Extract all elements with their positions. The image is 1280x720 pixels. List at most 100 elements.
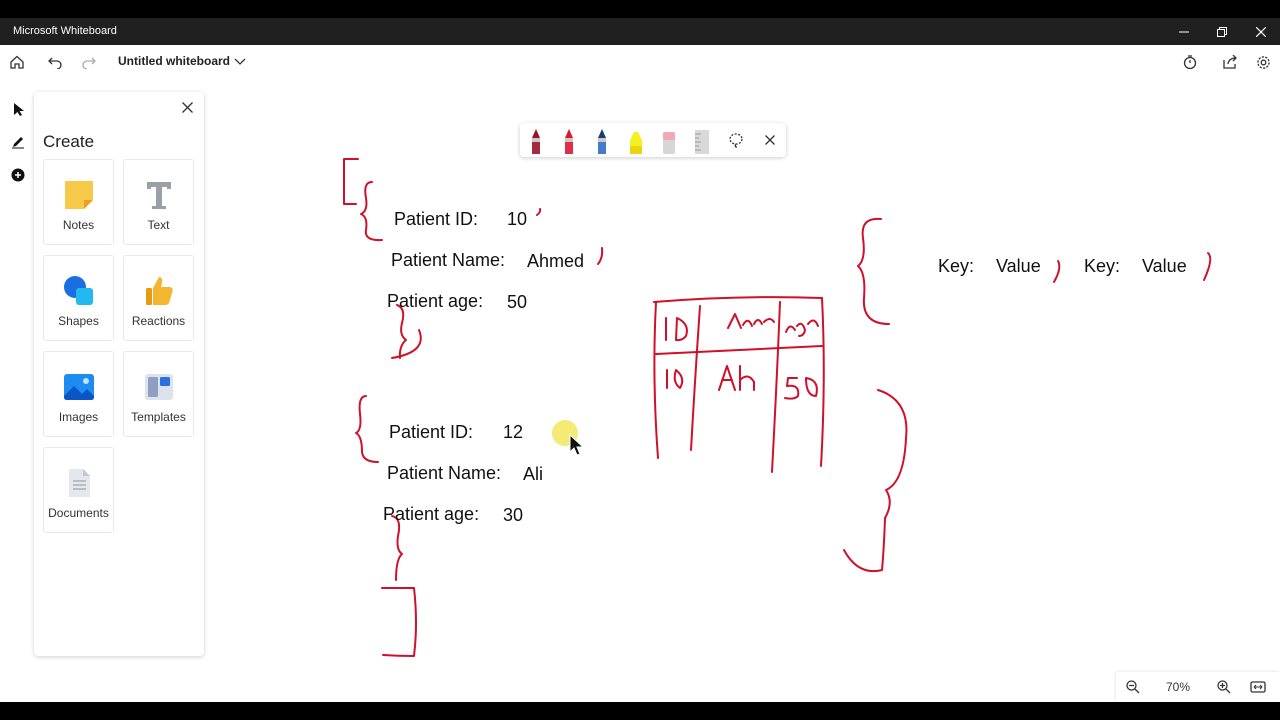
ink-comma <box>597 247 604 265</box>
lasso-icon[interactable] <box>728 132 744 148</box>
share-button[interactable] <box>1220 52 1240 72</box>
pen-red-icon[interactable] <box>561 128 577 154</box>
ink-text-50 <box>784 377 818 400</box>
zoom-in-icon[interactable] <box>1217 680 1231 694</box>
left-rail <box>4 94 30 654</box>
close-icon <box>1256 26 1266 37</box>
app-window: Microsoft Whiteboard Untitled whiteboard <box>0 18 1280 702</box>
ink-table <box>820 297 825 467</box>
kv-key-1[interactable]: Key: <box>938 256 974 277</box>
home-icon <box>10 55 24 69</box>
ink-text-id <box>665 317 688 342</box>
kv-key-2[interactable]: Key: <box>1084 256 1120 277</box>
tile-images[interactable]: Images <box>43 351 114 437</box>
tile-templates[interactable]: Templates <box>123 351 194 437</box>
undo-button[interactable] <box>45 52 65 72</box>
ink-table <box>655 345 823 355</box>
ink-text-ah <box>718 365 755 391</box>
record2-age-label[interactable]: Patient age: <box>383 504 479 525</box>
close-icon <box>181 101 193 113</box>
timer-icon <box>1183 55 1197 69</box>
ink-square-bracket <box>381 587 417 657</box>
timer-button[interactable] <box>1180 52 1200 72</box>
tile-reactions[interactable]: Reactions <box>123 255 194 341</box>
fit-to-screen-icon[interactable] <box>1250 680 1266 694</box>
tile-notes[interactable]: Notes <box>43 159 114 245</box>
zoom-level[interactable]: 70% <box>1166 680 1190 694</box>
ink-table <box>653 296 823 303</box>
kv-value-1[interactable]: Value <box>996 256 1041 277</box>
ink-toolbar <box>520 123 786 157</box>
eraser-icon[interactable] <box>661 129 677 154</box>
text-icon <box>147 182 171 209</box>
record1-id-value[interactable]: 10 <box>507 209 527 230</box>
ink-table <box>653 301 659 459</box>
ink-comma <box>536 208 542 216</box>
tile-documents[interactable]: Documents <box>43 447 114 533</box>
whiteboard-title[interactable]: Untitled whiteboard <box>118 54 230 68</box>
title-bar: Microsoft Whiteboard <box>0 18 1280 45</box>
thumbs-up-icon <box>146 277 173 305</box>
record2-id-label[interactable]: Patient ID: <box>389 422 473 443</box>
redo-icon <box>82 57 96 69</box>
ink-table <box>690 305 701 451</box>
record1-name-value[interactable]: Ahmed <box>527 251 584 272</box>
record2-name-value[interactable]: Ali <box>523 464 543 485</box>
undo-icon <box>48 57 62 69</box>
create-button[interactable] <box>7 164 29 186</box>
ink-brace <box>843 389 908 572</box>
panel-heading: Create <box>43 132 95 151</box>
title-dropdown-button[interactable] <box>230 52 250 72</box>
ink-text-10 <box>666 369 684 389</box>
pen-dark-red-icon[interactable] <box>528 128 544 154</box>
zoom-out-icon[interactable] <box>1126 680 1140 694</box>
create-panel: Create Notes Text Shapes Reactions Image… <box>34 92 204 656</box>
ink-table <box>771 301 781 473</box>
ink-text-name <box>727 313 775 329</box>
templates-icon <box>145 374 173 400</box>
gear-icon <box>1256 55 1270 69</box>
pen-blue-icon[interactable] <box>594 128 610 154</box>
ink-brace <box>857 217 890 325</box>
record1-age-value[interactable]: 50 <box>507 292 527 313</box>
close-icon[interactable] <box>765 135 775 145</box>
kv-value-2[interactable]: Value <box>1142 256 1187 277</box>
app-toolbar: Untitled whiteboard <box>0 45 1280 79</box>
ink-comma <box>1053 260 1061 283</box>
ink-square-bracket <box>343 158 359 205</box>
close-window-button[interactable] <box>1242 18 1280 45</box>
whiteboard-canvas[interactable]: Patient ID: 10 Patient Name: Ahmed Patie… <box>0 78 1280 702</box>
highlighter-yellow-icon[interactable] <box>627 128 645 154</box>
ink-comma <box>1203 252 1212 281</box>
record2-age-value[interactable]: 30 <box>503 505 523 526</box>
sticky-note-icon <box>65 181 93 209</box>
restore-button[interactable] <box>1203 18 1241 45</box>
ink-brace <box>355 395 379 463</box>
ink-tool-button[interactable] <box>7 131 29 153</box>
ruler-icon[interactable] <box>693 128 711 154</box>
add-icon <box>11 168 25 182</box>
minimize-button[interactable] <box>1165 18 1203 45</box>
redo-button[interactable] <box>79 52 99 72</box>
chevron-down-icon <box>234 58 246 65</box>
restore-icon <box>1217 26 1227 37</box>
record2-id-value[interactable]: 12 <box>503 422 523 443</box>
shapes-icon <box>64 276 93 305</box>
zoom-bar: 70% <box>1116 672 1280 702</box>
settings-button[interactable] <box>1253 52 1273 72</box>
pen-icon <box>12 137 24 149</box>
ink-brace <box>396 304 407 359</box>
record1-name-label[interactable]: Patient Name: <box>391 250 505 271</box>
record2-name-label[interactable]: Patient Name: <box>387 463 501 484</box>
tile-text[interactable]: Text <box>123 159 194 245</box>
home-button[interactable] <box>7 52 27 72</box>
share-icon <box>1223 55 1237 69</box>
select-tool-button[interactable] <box>7 98 29 120</box>
record1-id-label[interactable]: Patient ID: <box>394 209 478 230</box>
record1-age-label[interactable]: Patient age: <box>387 291 483 312</box>
minimize-icon <box>1179 31 1189 32</box>
tile-shapes[interactable]: Shapes <box>43 255 114 341</box>
pointer-icon <box>13 103 24 116</box>
ink-stroke <box>391 329 422 359</box>
panel-close-button[interactable] <box>178 98 196 116</box>
